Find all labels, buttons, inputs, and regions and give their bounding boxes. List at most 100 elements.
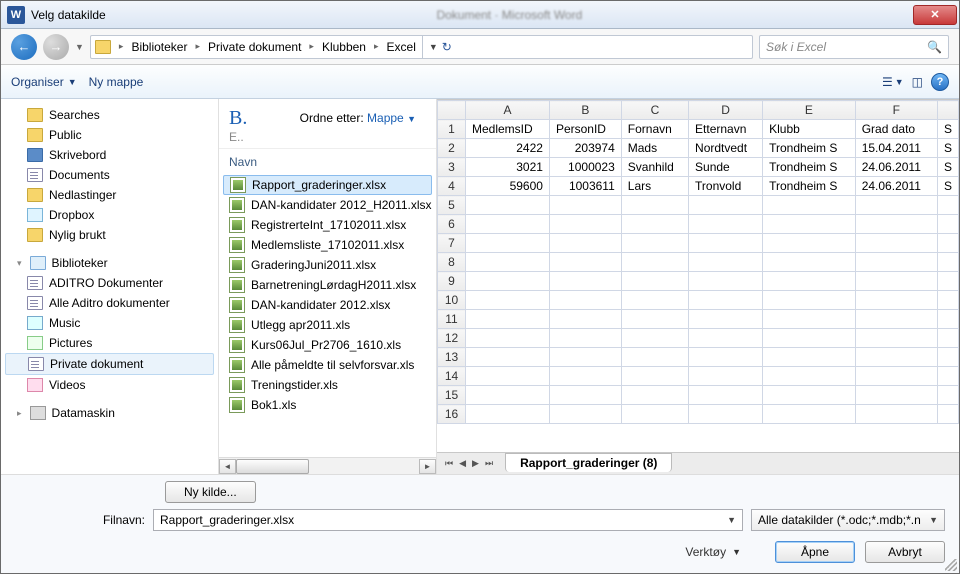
nav-item[interactable]: Public [1, 125, 218, 145]
crumb-biblioteker[interactable]: Biblioteker [127, 40, 191, 54]
col-head[interactable]: D [689, 101, 763, 120]
cell[interactable]: S [937, 120, 958, 139]
cell[interactable] [621, 329, 688, 348]
cell[interactable] [937, 386, 958, 405]
file-list[interactable]: Rapport_graderinger.xlsxDAN-kandidater 2… [219, 175, 436, 457]
sheet-nav-next-icon[interactable]: ▶ [470, 458, 481, 469]
cell[interactable] [549, 386, 621, 405]
open-button[interactable]: Åpne [775, 541, 855, 563]
cell[interactable] [763, 215, 856, 234]
file-row[interactable]: RegistrerteInt_17102011.xlsx [219, 215, 436, 235]
cell[interactable]: Trondheim S [763, 139, 856, 158]
file-row[interactable]: DAN-kandidater 2012.xlsx [219, 295, 436, 315]
cell[interactable] [937, 234, 958, 253]
new-source-button[interactable]: Ny kilde... [165, 481, 256, 503]
nav-heading-biblioteker[interactable]: ▾Biblioteker [1, 253, 218, 273]
sheet-corner[interactable] [438, 101, 466, 120]
nav-item[interactable]: Dropbox [1, 205, 218, 225]
crumb-excel[interactable]: Excel [383, 40, 420, 54]
cell[interactable] [621, 253, 688, 272]
nav-item[interactable]: Documents [1, 165, 218, 185]
sheet-nav-last-icon[interactable]: ⏭ [483, 458, 495, 469]
col-head[interactable]: F [855, 101, 937, 120]
cell[interactable] [763, 386, 856, 405]
cell[interactable] [466, 367, 550, 386]
cell[interactable] [855, 367, 937, 386]
cell[interactable] [466, 234, 550, 253]
cell[interactable]: 2422 [466, 139, 550, 158]
cell[interactable] [689, 291, 763, 310]
nav-heading-computer[interactable]: ▸Datamaskin [1, 403, 218, 423]
cell[interactable] [689, 348, 763, 367]
cell[interactable]: Tronvold [689, 177, 763, 196]
cell[interactable]: 24.06.2011 [855, 158, 937, 177]
cell[interactable] [466, 215, 550, 234]
row-head[interactable]: 12 [438, 329, 466, 348]
cell[interactable] [549, 348, 621, 367]
close-button[interactable]: ✕ [913, 5, 957, 25]
crumb-klubben[interactable]: Klubben [318, 40, 370, 54]
cell[interactable] [855, 310, 937, 329]
row-head[interactable]: 16 [438, 405, 466, 424]
cell[interactable] [937, 329, 958, 348]
cell[interactable] [937, 405, 958, 424]
cell[interactable]: Klubb [763, 120, 856, 139]
cell[interactable] [855, 405, 937, 424]
cell[interactable] [763, 310, 856, 329]
cell[interactable] [937, 367, 958, 386]
cell[interactable] [763, 291, 856, 310]
organize-menu[interactable]: Organiser ▼ [11, 75, 77, 89]
cell[interactable] [549, 367, 621, 386]
cell[interactable] [689, 272, 763, 291]
tools-menu[interactable]: Verktøy ▼ [685, 545, 741, 559]
nav-item[interactable]: Videos [1, 375, 218, 395]
nav-item[interactable]: Nedlastinger [1, 185, 218, 205]
cell[interactable]: 24.06.2011 [855, 177, 937, 196]
cell[interactable] [466, 196, 550, 215]
cell[interactable] [855, 253, 937, 272]
row-head[interactable]: 14 [438, 367, 466, 386]
cell[interactable] [855, 386, 937, 405]
cell[interactable] [621, 348, 688, 367]
cell[interactable] [763, 329, 856, 348]
cell[interactable] [763, 234, 856, 253]
sheet-tab[interactable]: Rapport_graderinger (8) [505, 453, 672, 472]
back-button[interactable]: ← [11, 34, 37, 60]
row-head[interactable]: 4 [438, 177, 466, 196]
cell[interactable] [549, 272, 621, 291]
sort-field-link[interactable]: Mappe ▼ [367, 111, 416, 125]
sheet-nav-prev-icon[interactable]: ◀ [457, 458, 468, 469]
cell[interactable] [763, 405, 856, 424]
cell[interactable] [549, 196, 621, 215]
cell[interactable]: 1003611 [549, 177, 621, 196]
row-head[interactable]: 9 [438, 272, 466, 291]
cell[interactable]: 1000023 [549, 158, 621, 177]
cell[interactable]: MedlemsID [466, 120, 550, 139]
cell[interactable] [763, 272, 856, 291]
chevron-right-icon[interactable]: ▸ [193, 41, 202, 52]
cell[interactable] [549, 329, 621, 348]
nav-item[interactable]: Searches [1, 105, 218, 125]
cell[interactable] [937, 291, 958, 310]
search-icon[interactable]: 🔍 [927, 40, 942, 54]
cell[interactable] [689, 215, 763, 234]
nav-item[interactable]: Music [1, 313, 218, 333]
cell[interactable] [549, 215, 621, 234]
cell[interactable] [549, 291, 621, 310]
chevron-down-icon[interactable]: ▼ [929, 515, 938, 525]
cell[interactable] [937, 196, 958, 215]
cell[interactable] [855, 215, 937, 234]
breadcrumb[interactable]: ▸ Biblioteker ▸ Private dokument ▸ Klubb… [90, 35, 753, 59]
cell[interactable] [621, 291, 688, 310]
chevron-right-icon[interactable]: ▸ [117, 41, 126, 52]
cell[interactable] [621, 367, 688, 386]
file-row[interactable]: DAN-kandidater 2012_H2011.xlsx [219, 195, 436, 215]
sheet-nav-first-icon[interactable]: ⏮ [443, 458, 455, 469]
chevron-down-icon[interactable]: ▼ [727, 515, 736, 525]
cell[interactable]: S [937, 158, 958, 177]
nav-item[interactable]: Private dokument [5, 353, 214, 375]
cell[interactable]: 3021 [466, 158, 550, 177]
row-head[interactable]: 3 [438, 158, 466, 177]
cell[interactable]: S [937, 177, 958, 196]
nav-item[interactable]: Pictures [1, 333, 218, 353]
